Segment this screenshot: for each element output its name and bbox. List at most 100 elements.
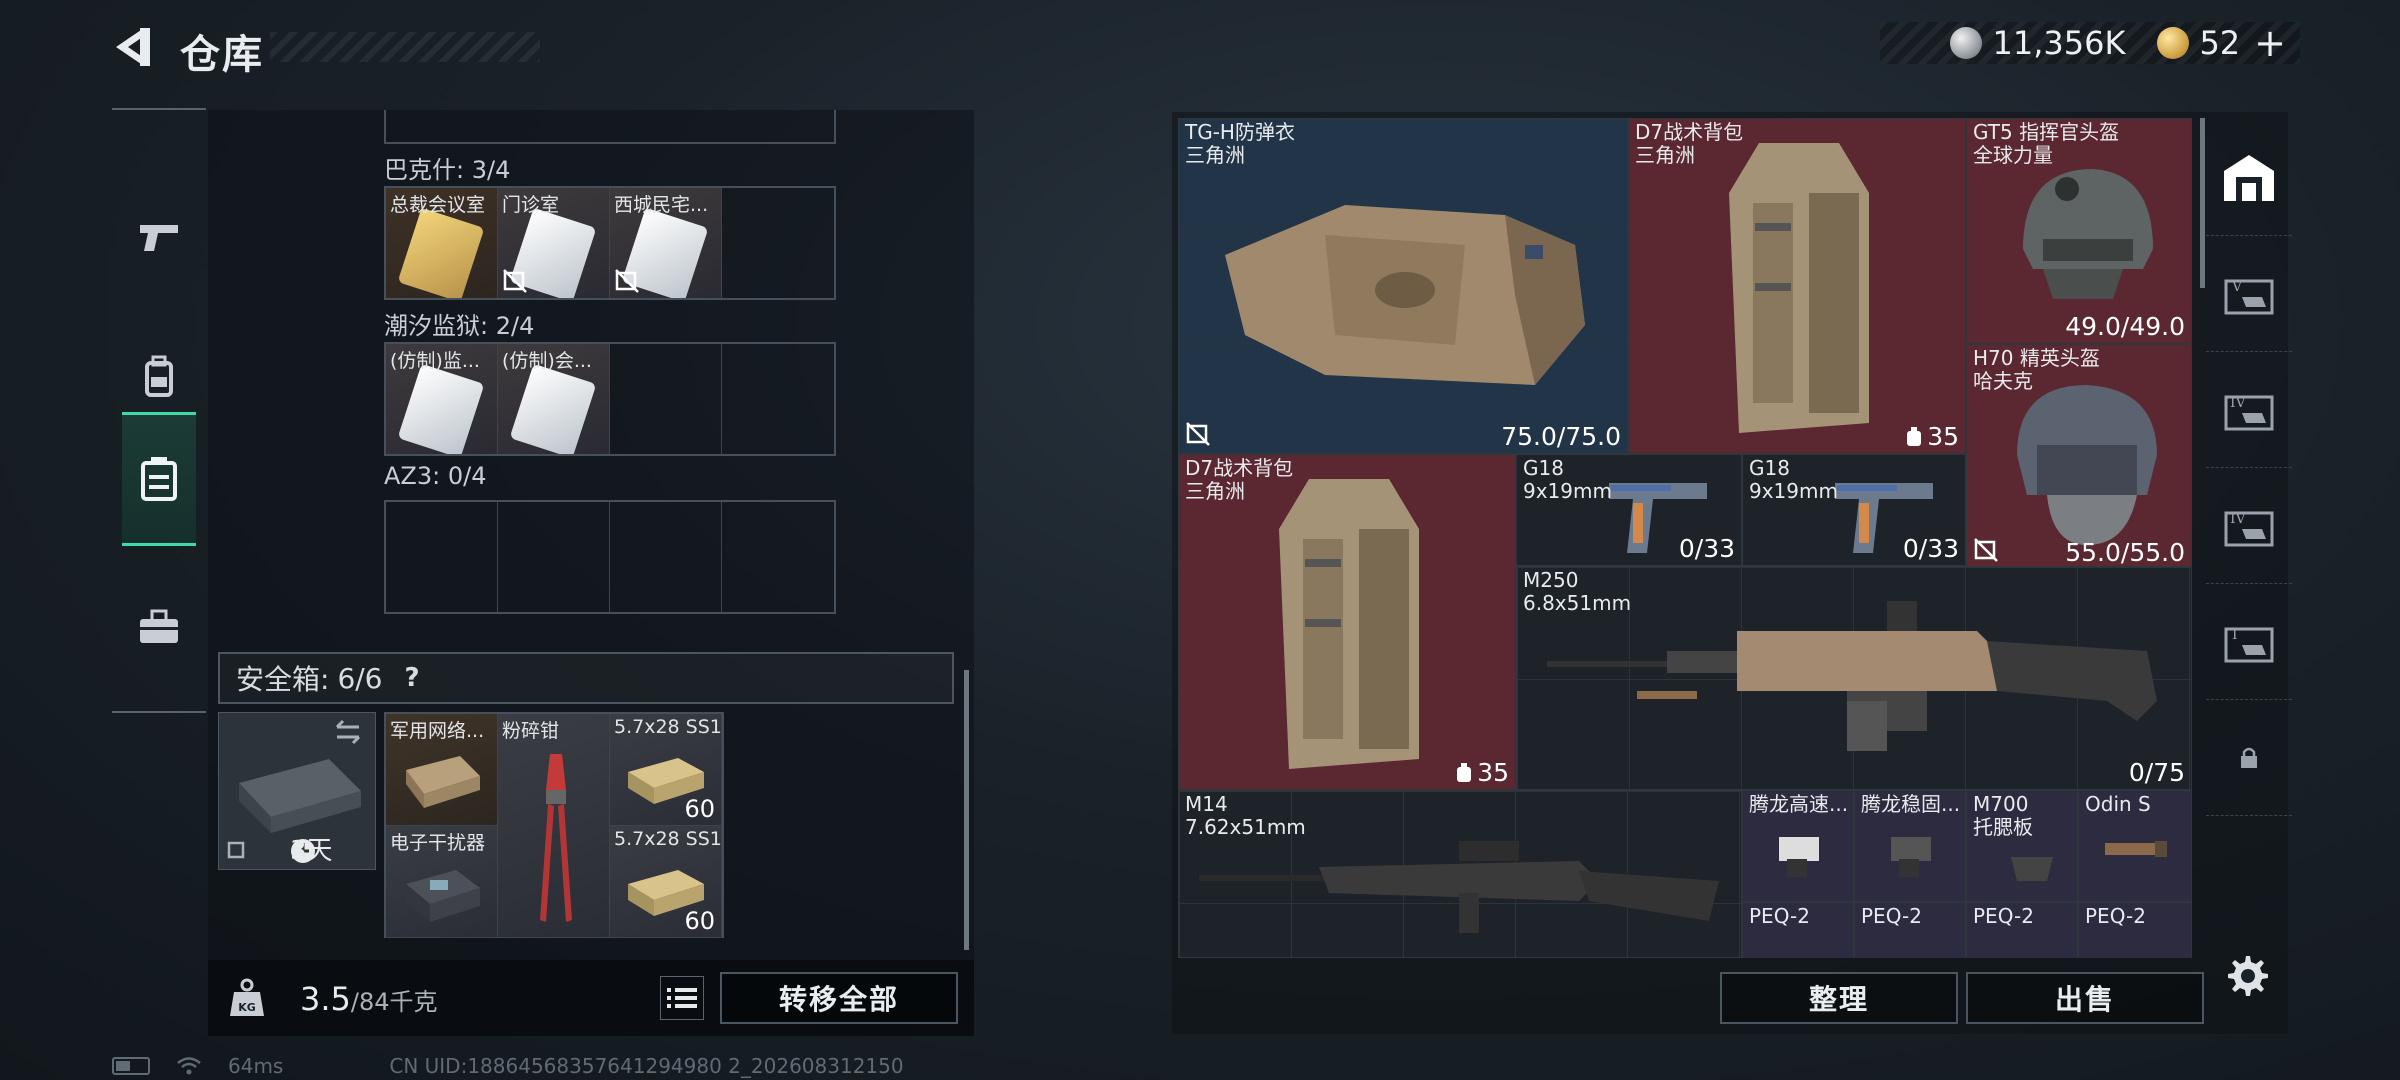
- machine-gun-icon: [1547, 601, 2157, 751]
- stash-item[interactable]: PEQ-2: [1854, 902, 1966, 958]
- stash-item[interactable]: G18 9x19mm 0/33: [1742, 454, 1966, 566]
- stash-item[interactable]: PEQ-2: [1742, 902, 1854, 958]
- stash-item[interactable]: PEQ-2: [1966, 902, 2078, 958]
- stash-item[interactable]: M250 6.8x51mm 0/75: [1516, 566, 2192, 790]
- nav-card-cases[interactable]: [122, 412, 196, 546]
- item-name: G18 9x19mm: [1523, 456, 1612, 503]
- backpack-icon: [1279, 479, 1419, 769]
- tier-iv-case-icon: IV: [2224, 395, 2274, 430]
- battery-icon: [112, 1057, 150, 1075]
- stash-item[interactable]: D7战术背包 三角洲 35: [1178, 454, 1516, 790]
- stash-item[interactable]: TG-H防弹衣 三角洲 75.0/75.0: [1178, 118, 1628, 454]
- page-title: 仓库: [180, 32, 264, 78]
- item-name: M14 7.62x51mm: [1185, 792, 1306, 839]
- nav-weapons[interactable]: [112, 170, 206, 304]
- card-slot-empty[interactable]: [610, 502, 722, 612]
- item-name: 电子干扰器: [390, 832, 486, 854]
- ammo-box-icon: [628, 870, 704, 916]
- tab-warehouse[interactable]: [2206, 120, 2292, 236]
- card-slot-empty[interactable]: [386, 502, 498, 612]
- card-slot[interactable]: (仿制)监...: [386, 344, 498, 454]
- back-arrow-icon[interactable]: [110, 24, 156, 70]
- safebox-item[interactable]: 电子干扰器: [386, 826, 498, 938]
- safebox-item[interactable]: 5.7x28 SS193 60: [610, 714, 722, 826]
- tab-case-iv-a[interactable]: IV: [2206, 352, 2292, 468]
- safebox-label: 安全箱:: [236, 663, 330, 696]
- stash-item[interactable]: GT5 指挥官头盔 全球力量 49.0/49.0: [1966, 118, 2192, 344]
- card-slot-empty[interactable]: [498, 502, 610, 612]
- warehouse-scrollbar[interactable]: [2200, 118, 2205, 288]
- transfer-all-button[interactable]: 转移全部: [720, 972, 958, 1024]
- item-name: Odin S: [2085, 792, 2151, 816]
- toolbox-icon: [140, 609, 178, 643]
- stash-item[interactable]: H70 精英头盔 哈夫克 55.0/55.0: [1966, 344, 2192, 570]
- add-currency-button[interactable]: +: [2254, 21, 2286, 65]
- stash-item[interactable]: Odin S: [2078, 790, 2192, 902]
- card-slot[interactable]: 总裁会议室: [386, 188, 498, 298]
- wifi-icon: [177, 1057, 201, 1075]
- warehouse-grid: TG-H防弹衣 三角洲 75.0/75.0 D7战术背包 三角洲 35 GT5 指挥…: [1178, 118, 2192, 958]
- card-slot-empty[interactable]: [610, 344, 722, 454]
- tab-case-iv-b[interactable]: IV: [2206, 468, 2292, 584]
- rifle-icon: [1199, 841, 1719, 933]
- sell-button[interactable]: 出售: [1966, 972, 2204, 1024]
- nav-items[interactable]: [112, 560, 206, 694]
- ping: 64ms: [228, 1054, 284, 1078]
- list-view-button[interactable]: [660, 976, 704, 1020]
- tab-locked[interactable]: [2206, 700, 2292, 816]
- settings-gear-icon[interactable]: [2222, 952, 2270, 1000]
- weight-current: 3.5: [300, 980, 351, 1018]
- currency-bar: 11,356K 52 +: [1880, 21, 2300, 65]
- safebox-item[interactable]: 5.7x28 SS193 60: [610, 826, 722, 938]
- tier-v-case-icon: V: [2224, 279, 2274, 314]
- card-slot-empty[interactable]: [722, 344, 834, 454]
- case-label-az3: AZ3: 0/4: [384, 462, 487, 490]
- ammo-count: 0/33: [1902, 534, 1959, 563]
- weight-max: /84千克: [350, 988, 438, 1016]
- capacity-level: 35: [1455, 758, 1509, 787]
- card-name: 西城民宅...: [614, 194, 709, 216]
- backpack-level-icon: [1907, 426, 1922, 446]
- durability: 55.0/55.0: [2065, 538, 2185, 567]
- safebox-item[interactable]: 军用网络...: [386, 714, 498, 826]
- stash-item[interactable]: G18 9x19mm 0/33: [1516, 454, 1742, 566]
- card-slot-empty[interactable]: [722, 502, 834, 612]
- capacity-level: 35: [1905, 422, 1959, 451]
- stash-item[interactable]: M14 7.62x51mm: [1178, 790, 1742, 958]
- safebox-item[interactable]: 粉碎钳: [498, 714, 610, 938]
- item-name: PEQ-2: [1749, 904, 1810, 928]
- ammo-count: 0/33: [1678, 534, 1735, 563]
- tab-case-v[interactable]: V: [2206, 236, 2292, 352]
- svg-text:IV: IV: [2230, 395, 2247, 411]
- warehouse-icon: [2224, 154, 2274, 201]
- title-decoration: [270, 32, 540, 62]
- item-name: 腾龙稳固...: [1861, 792, 1961, 816]
- stash-item[interactable]: PEQ-2: [2078, 902, 2192, 958]
- gold-coin-icon: [2157, 27, 2190, 59]
- card-slot-empty[interactable]: [722, 188, 834, 298]
- tab-case-i[interactable]: I: [2206, 584, 2292, 700]
- card-slot[interactable]: 西城民宅...: [610, 188, 722, 298]
- stash-item[interactable]: 腾龙稳固...: [1854, 790, 1966, 902]
- cheek-rest-icon: [2011, 857, 2053, 881]
- item-name: M700 托腮板: [1973, 792, 2033, 839]
- durability: 75.0/75.0: [1501, 422, 1621, 451]
- sort-button[interactable]: 整理: [1720, 972, 1958, 1024]
- help-button[interactable]: ?: [405, 663, 420, 693]
- kg-label: KG: [238, 1001, 256, 1014]
- key-card-icon: [397, 207, 485, 298]
- card-case-grid: [384, 500, 836, 614]
- card-slot[interactable]: (仿制)会...: [498, 344, 610, 454]
- no-transfer-icon: [1974, 538, 1998, 562]
- stash-item[interactable]: 腾龙高速...: [1742, 790, 1854, 902]
- gold-amount: 52: [2199, 24, 2241, 62]
- network-device-icon: [406, 756, 480, 808]
- stash-item[interactable]: D7战术背包 三角洲 35: [1628, 118, 1966, 454]
- card-case-grid: 总裁会议室 门诊室 西城民宅...: [384, 186, 836, 300]
- card-slot[interactable]: 门诊室: [498, 188, 610, 298]
- item-name: 腾龙高速...: [1749, 792, 1849, 816]
- stash-item[interactable]: M700 托腮板: [1966, 790, 2078, 902]
- backpack-icon: [145, 355, 173, 397]
- inventory-scrollbar[interactable]: [964, 670, 969, 950]
- item-name: D7战术背包 三角洲: [1185, 456, 1294, 503]
